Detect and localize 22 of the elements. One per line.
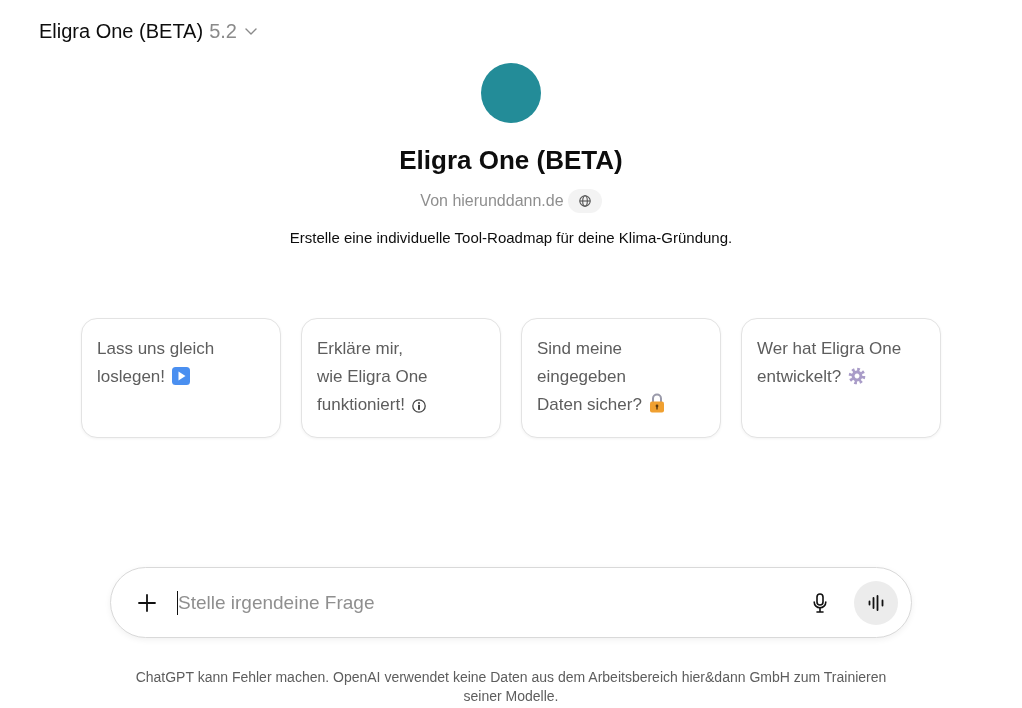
suggestion-card[interactable]: Erkläre mir, wie Eligra One funktioniert!: [301, 318, 501, 438]
microphone-icon: [813, 592, 827, 613]
info-icon: [411, 399, 426, 413]
text-cursor: [177, 590, 178, 615]
chevron-down-icon: [244, 27, 257, 35]
suggestion-card[interactable]: Lass uns gleich loslegen!: [81, 318, 281, 438]
gpt-name: Eligra One (BETA): [399, 144, 623, 176]
message-input[interactable]: Stelle irgendeine Frage: [178, 591, 802, 614]
avatar-circle: [481, 63, 541, 123]
model-switcher[interactable]: Eligra One (BETA) 5.2: [31, 15, 265, 47]
lock-icon: [648, 393, 665, 413]
author-text: Von hierunddann.de: [420, 192, 564, 210]
gear-icon: [848, 367, 867, 385]
suggestion-card[interactable]: Sind meine eingegeben Daten sicher?: [521, 318, 721, 438]
voice-mode-button[interactable]: [854, 580, 898, 625]
waveform-icon: [868, 594, 884, 611]
plus-icon: [138, 593, 156, 612]
disclaimer-text: ChatGPT kann Fehler machen. OpenAI verwendet keine Daten aus dem Arbeitsbereich hier&dann GmbH zum Trainieren seiner Modelle.: [134, 668, 888, 706]
suggestion-card[interactable]: Wer hat Eligra One entwickelt?: [741, 318, 941, 438]
globe-icon: [567, 189, 602, 213]
gpt-description: Erstelle eine individuelle Tool-Roadmap für deine Klima-Gründung.: [289, 228, 733, 248]
play-icon: [172, 367, 191, 385]
